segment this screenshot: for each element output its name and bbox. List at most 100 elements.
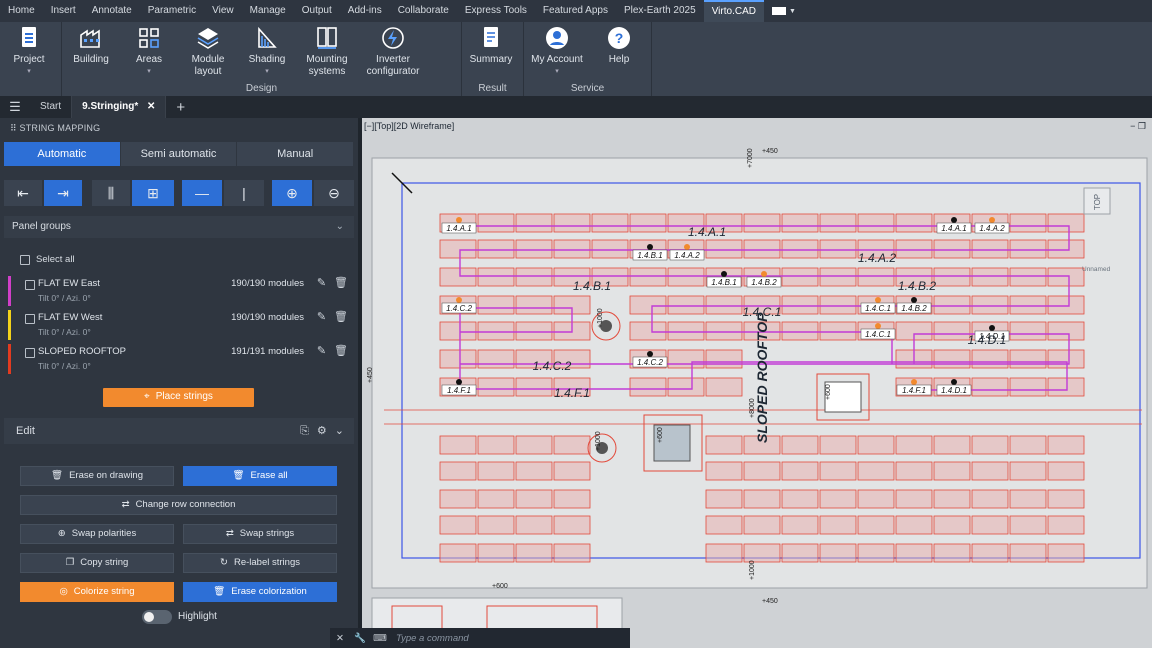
pv-module xyxy=(477,489,515,509)
erase-on-drawing-button[interactable]: 🗑 Erase on drawing xyxy=(20,466,174,486)
gear-icon[interactable]: ⚙ xyxy=(317,418,327,444)
group-color-bar xyxy=(8,344,11,374)
pv-module xyxy=(1009,435,1047,455)
summary-label: Summary xyxy=(469,54,513,65)
restore-icon[interactable]: ❐ xyxy=(1138,121,1146,131)
pv-module xyxy=(781,321,819,341)
drawing-viewport[interactable]: 1.4.A.1 1.4.B.1 1.4.A.2 1.4.B.1 1.4.B.2 1.4.A… xyxy=(362,118,1152,648)
project-label: Project xyxy=(13,54,45,65)
select-all[interactable]: Select all xyxy=(20,254,75,265)
menu-home[interactable]: Home xyxy=(0,0,43,22)
building-label: Building xyxy=(73,54,109,65)
highlight-toggle[interactable] xyxy=(142,610,172,624)
menu-featured-apps[interactable]: Featured Apps xyxy=(535,0,616,22)
panel-groups-header[interactable]: Panel groups ⌄ xyxy=(4,216,354,238)
command-input[interactable]: Type a command xyxy=(390,633,630,644)
remove-button[interactable]: ⊖ xyxy=(314,180,354,206)
add-button[interactable]: ⊕ xyxy=(272,180,312,206)
workspace-dropdown[interactable]: ▼ xyxy=(771,7,796,15)
pv-module xyxy=(819,461,857,481)
pv-module xyxy=(781,461,819,481)
pv-module xyxy=(1047,267,1085,287)
trash-icon[interactable]: 🗑 xyxy=(334,310,348,323)
pv-module xyxy=(1009,349,1047,369)
pv-module xyxy=(553,515,591,535)
group-tilt: Tilt 0° / Azi. 0° xyxy=(38,327,91,337)
close-icon[interactable]: ✕ xyxy=(330,633,350,644)
snake-vertical-button[interactable]: ⫼ xyxy=(92,180,130,206)
help-label: Help xyxy=(608,54,630,65)
swap-strings-button[interactable]: ⇄ Swap strings xyxy=(183,524,337,544)
tab-start[interactable]: Start xyxy=(30,96,73,118)
pv-module xyxy=(705,461,743,481)
new-tab-button[interactable]: + xyxy=(166,99,195,116)
pencil-icon[interactable]: ✎ xyxy=(317,344,326,357)
pv-module xyxy=(629,321,667,341)
pv-module xyxy=(895,461,933,481)
menu-virto-cad[interactable]: Virto.CAD xyxy=(703,0,764,22)
pin-label: 1.4.A.2 xyxy=(674,251,700,260)
erase-all-button[interactable]: 🗑 Erase all xyxy=(183,466,337,486)
pv-module xyxy=(477,321,515,341)
change-row-connection-button[interactable]: ⇄ Change row connection xyxy=(20,495,337,515)
pv-module xyxy=(743,213,781,233)
hamburger-menu-icon[interactable]: ☰ xyxy=(0,99,30,115)
menu-annotate[interactable]: Annotate xyxy=(84,0,140,22)
chevron-down-icon: ▾ xyxy=(265,68,269,75)
module-layout-icon xyxy=(197,28,219,49)
edit-header[interactable]: Edit ⎘ ⚙ ⌄ xyxy=(4,418,354,444)
export-icon[interactable]: ⎘ xyxy=(300,418,309,444)
pv-module xyxy=(439,435,477,455)
menu-manage[interactable]: Manage xyxy=(242,0,294,22)
pv-module xyxy=(819,213,857,233)
place-strings-button[interactable]: ⌖ Place strings xyxy=(103,388,254,407)
string-mapping-panel: ⠿ STRING MAPPING Automatic Semi automati… xyxy=(0,118,358,648)
vertical-line-button[interactable]: | xyxy=(224,180,264,206)
erase-colorization-button[interactable]: 🗑 Erase colorization xyxy=(183,582,337,602)
menu-express-tools[interactable]: Express Tools xyxy=(457,0,535,22)
tab-manual[interactable]: Manual xyxy=(237,142,355,166)
tab-automatic[interactable]: Automatic xyxy=(4,142,121,166)
copy-string-button[interactable]: ❐ Copy string xyxy=(20,553,174,573)
viewcube-label: TOP xyxy=(1093,194,1102,210)
group-checkbox[interactable] xyxy=(25,314,35,324)
tab-stringing[interactable]: 9.Stringing* ✕ xyxy=(72,96,167,118)
snake-grid-button[interactable]: ⊞ xyxy=(132,180,174,206)
menu-view[interactable]: View xyxy=(204,0,242,22)
menu-collaborate[interactable]: Collaborate xyxy=(390,0,457,22)
group-checkbox[interactable] xyxy=(25,348,35,358)
wrench-icon[interactable]: 🔧 xyxy=(350,633,370,644)
relabel-strings-button[interactable]: ↻ Re-label strings xyxy=(183,553,337,573)
horizontal-line-button[interactable]: — xyxy=(182,180,222,206)
group-checkbox[interactable] xyxy=(25,280,35,290)
pv-module xyxy=(477,543,515,563)
pencil-icon[interactable]: ✎ xyxy=(317,310,326,323)
minimize-icon[interactable]: − xyxy=(1130,121,1135,131)
select-all-checkbox[interactable] xyxy=(20,254,30,265)
pv-module xyxy=(819,239,857,259)
pv-module xyxy=(1047,295,1085,315)
summary-icon xyxy=(484,27,498,47)
menu-plex-earth[interactable]: Plex-Earth 2025 xyxy=(616,0,704,22)
viewport-window-controls[interactable]: − ❐ xyxy=(1130,121,1146,132)
tab-semi-automatic[interactable]: Semi automatic xyxy=(120,142,238,166)
colorize-string-button[interactable]: ◎ Colorize string xyxy=(20,582,174,602)
menu-addins[interactable]: Add-ins xyxy=(340,0,390,22)
direction-left-button[interactable]: ⇤ xyxy=(4,180,42,206)
mounting-icon xyxy=(317,27,337,49)
trash-icon[interactable]: 🗑 xyxy=(334,276,348,289)
refresh-icon: ↻ xyxy=(220,557,228,568)
viewport-label[interactable]: [−][Top][2D Wireframe] xyxy=(364,121,454,131)
close-icon[interactable]: ✕ xyxy=(147,101,155,112)
swap-polarities-button[interactable]: ⊕ Swap polarities xyxy=(20,524,174,544)
pencil-icon[interactable]: ✎ xyxy=(317,276,326,289)
menu-output[interactable]: Output xyxy=(294,0,340,22)
trash-icon[interactable]: 🗑 xyxy=(334,344,348,357)
pin-label: 1.4.C.1 xyxy=(865,330,891,339)
menu-insert[interactable]: Insert xyxy=(43,0,84,22)
direction-right-button[interactable]: ⇥ xyxy=(44,180,82,206)
pv-module xyxy=(1009,295,1047,315)
pv-module xyxy=(629,213,667,233)
project-button[interactable]: Project ▾ xyxy=(0,22,58,96)
menu-parametric[interactable]: Parametric xyxy=(140,0,204,22)
